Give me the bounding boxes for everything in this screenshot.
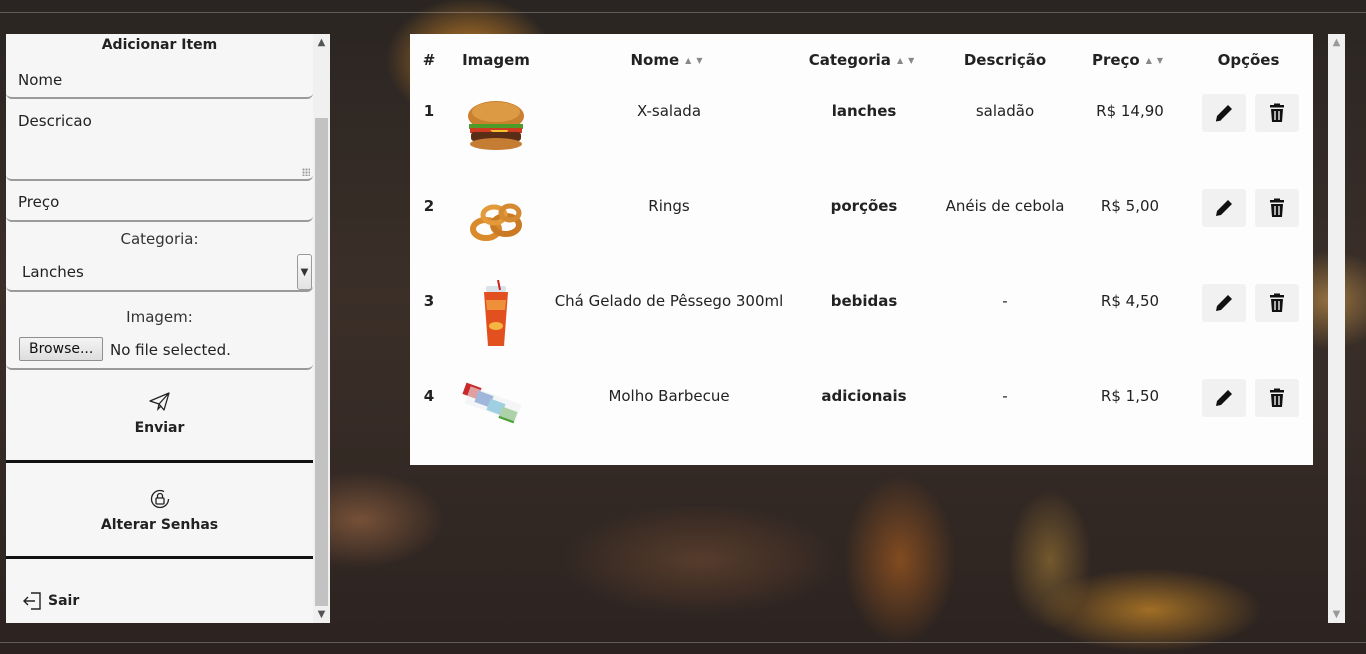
browse-button[interactable]: Browse... [19, 337, 104, 361]
image-label: Imagem: [126, 308, 193, 326]
table-row: 2 Rings porções Anéis de cebola R$ 5,00 [410, 181, 1313, 276]
column-header-price[interactable]: Preço ▲▼ [1076, 34, 1184, 86]
delete-button[interactable] [1254, 379, 1299, 417]
trash-icon [1269, 293, 1284, 312]
chevron-down-icon[interactable]: ▼ [297, 254, 312, 290]
column-header-category-label: Categoria [808, 51, 891, 69]
table-row: 1 X-salada lanches saladão R$ 14,90 [410, 86, 1313, 181]
edit-button[interactable] [1202, 284, 1247, 322]
item-name: Molho Barbecue [608, 387, 730, 405]
submit-button[interactable]: Enviar [6, 392, 313, 436]
item-name: Chá Gelado de Pêssego 300ml [554, 292, 784, 310]
delete-button[interactable] [1254, 284, 1299, 322]
row-index: 2 [423, 197, 435, 215]
category-select[interactable]: Lanches ▼ [6, 254, 313, 292]
window-bottom-edge [0, 642, 1366, 643]
resize-grip-icon[interactable] [302, 168, 310, 176]
column-header-description: Descrição [963, 51, 1047, 69]
column-header-options: Opções [1217, 51, 1280, 69]
sort-arrows-icon[interactable]: ▲▼ [1146, 56, 1168, 65]
description-textarea[interactable] [6, 102, 313, 179]
column-header-name[interactable]: Nome ▲▼ [544, 34, 794, 86]
item-name: Rings [648, 197, 690, 215]
description-field-wrapper [6, 102, 313, 181]
scroll-up-icon[interactable]: ▲ [1328, 34, 1345, 51]
row-index: 1 [423, 102, 435, 120]
price-field-wrapper [6, 184, 313, 222]
item-category: bebidas [830, 292, 898, 310]
pencil-icon [1216, 295, 1233, 311]
sidebar-title: Adicionar Item [101, 37, 218, 53]
column-header-category[interactable]: Categoria ▲▼ [794, 34, 934, 86]
category-selected-value: Lanches [22, 263, 84, 281]
edit-button[interactable] [1202, 379, 1247, 417]
change-password-label: Alterar Senhas [100, 517, 219, 533]
item-price: R$ 5,00 [1100, 197, 1160, 215]
pencil-icon [1216, 390, 1233, 406]
column-header-name-label: Nome [630, 51, 680, 69]
item-category: lanches [831, 102, 897, 120]
item-description: saladão [975, 102, 1035, 120]
submit-label: Enviar [134, 420, 185, 436]
scrollbar-thumb[interactable] [315, 118, 328, 606]
onion-rings-image [460, 185, 532, 257]
table-header-row: # Imagem Nome ▲▼ Categoria ▲▼ Descrição Pr… [410, 34, 1313, 86]
item-name: X-salada [636, 102, 702, 120]
delete-button[interactable] [1254, 189, 1299, 227]
scroll-up-icon[interactable]: ▲ [313, 34, 330, 51]
price-input[interactable] [6, 184, 313, 220]
scroll-down-icon[interactable]: ▼ [313, 606, 330, 623]
item-price: R$ 1,50 [1100, 387, 1160, 405]
item-price: R$ 4,50 [1100, 292, 1160, 310]
menu-items-panel: # Imagem Nome ▲▼ Categoria ▲▼ Descrição Pr… [410, 34, 1313, 465]
menu-items-table: # Imagem Nome ▲▼ Categoria ▲▼ Descrição Pr… [410, 34, 1313, 466]
item-description: Anéis de cebola [945, 197, 1065, 215]
table-row: 4 Molho Barbecue adicionais - R$ 1,50 [410, 371, 1313, 466]
item-description: - [1002, 292, 1008, 310]
divider [6, 460, 313, 463]
divider [6, 556, 313, 559]
delete-button[interactable] [1254, 94, 1299, 132]
item-price: R$ 14,90 [1096, 102, 1164, 120]
window-top-edge [0, 12, 1366, 13]
row-index: 3 [423, 292, 435, 310]
column-header-price-label: Preço [1091, 51, 1140, 69]
paper-plane-icon [148, 392, 170, 411]
scroll-down-icon[interactable]: ▼ [1328, 606, 1345, 623]
category-label: Categoria: [120, 230, 199, 248]
item-category: adicionais [821, 387, 907, 405]
name-input[interactable] [6, 63, 313, 97]
name-field-wrapper [6, 63, 313, 99]
logout-icon [23, 592, 41, 610]
table-row: 3 Chá Gelado de Pêssego 300ml bebidas - … [410, 276, 1313, 371]
sauce-sachets-image [460, 375, 532, 447]
edit-button[interactable] [1202, 189, 1247, 227]
item-category: porções [830, 197, 898, 215]
trash-icon [1269, 388, 1284, 407]
pencil-icon [1216, 105, 1233, 122]
page-scrollbar[interactable]: ▲ ▼ [1328, 34, 1345, 623]
sidebar-scrollbar[interactable]: ▲ ▼ [313, 34, 330, 623]
trash-icon [1269, 103, 1284, 122]
sort-arrows-icon[interactable]: ▲▼ [897, 56, 919, 65]
column-header-index: # [422, 51, 436, 69]
lock-reset-icon [150, 489, 169, 509]
edit-button[interactable] [1202, 94, 1247, 132]
image-file-input: Browse... No file selected. [6, 334, 313, 370]
column-header-image: Imagem [462, 51, 530, 69]
logout-label: Sair [48, 593, 80, 609]
iced-tea-image [460, 279, 532, 352]
logout-button[interactable]: Sair [22, 590, 79, 612]
add-item-sidebar: Adicionar Item Categoria: Lanches ▼ Imag… [6, 34, 330, 623]
row-index: 4 [423, 387, 435, 405]
sort-arrows-icon[interactable]: ▲▼ [685, 56, 707, 65]
file-status-text: No file selected. [110, 341, 231, 359]
sidebar-content: Adicionar Item Categoria: Lanches ▼ Imag… [6, 34, 313, 623]
trash-icon [1269, 198, 1284, 217]
item-description: - [1002, 387, 1008, 405]
pencil-icon [1216, 200, 1233, 216]
change-password-button[interactable]: Alterar Senhas [6, 489, 313, 533]
burger-image [460, 90, 532, 162]
